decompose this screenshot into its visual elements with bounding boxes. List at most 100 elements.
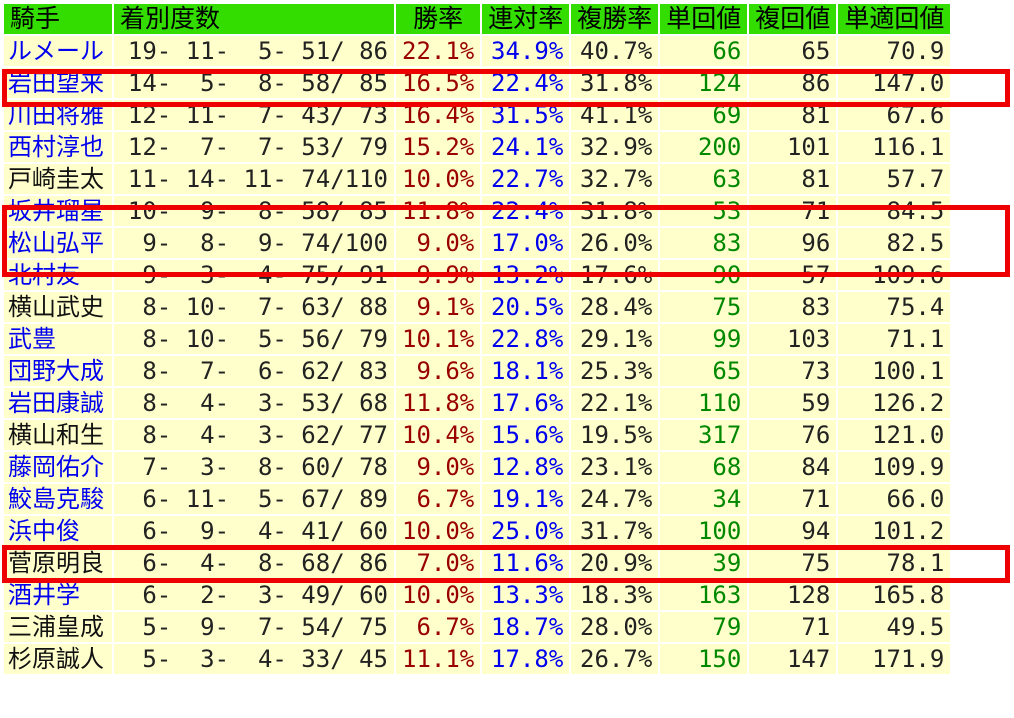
quinella-rate-cell: 22.7% — [482, 164, 570, 194]
quinella-rate-cell: 13.3% — [482, 580, 570, 610]
table-row: 坂井瑠星 10- 9- 8- 58/ 85 11.8% 22.4% 31.8% 53 71 8… — [4, 196, 951, 226]
jockey-name[interactable]: 松山弘平 — [4, 228, 112, 258]
place-return-cell: 94 — [749, 516, 837, 546]
place-return-cell: 81 — [749, 100, 837, 130]
win-rate-cell: 10.4% — [396, 420, 481, 450]
win-rate-cell: 16.5% — [396, 68, 481, 98]
jockey-name[interactable]: 藤岡佑介 — [4, 452, 112, 482]
quinella-rate-cell: 17.8% — [482, 644, 570, 674]
place-rate-cell: 32.9% — [571, 132, 659, 162]
quinella-rate-cell: 20.5% — [482, 292, 570, 322]
place-rate-cell: 23.1% — [571, 452, 659, 482]
table-row: 北村友一 9- 3- 4- 75/ 91 9.9% 13.2% 17.6% 90 57 10… — [4, 260, 951, 290]
place-return-cell: 84 — [749, 452, 837, 482]
quinella-rate-cell: 34.9% — [482, 36, 570, 66]
win-rate-cell: 11.8% — [396, 388, 481, 418]
table-row: 藤岡佑介 7- 3- 8- 60/ 78 9.0% 12.8% 23.1% 68 84 10… — [4, 452, 951, 482]
jockey-name[interactable]: 川田将雅 — [4, 100, 112, 130]
win-return-cell: 75 — [660, 292, 748, 322]
jockey-name[interactable]: 武豊 — [4, 324, 112, 354]
win-rate-cell: 9.6% — [396, 356, 481, 386]
fair-win-return-cell: 116.1 — [838, 132, 951, 162]
fair-win-return-cell: 75.4 — [838, 292, 951, 322]
place-return-cell: 75 — [749, 548, 837, 578]
win-return-cell: 69 — [660, 100, 748, 130]
jockey-name[interactable]: 浜中俊 — [4, 516, 112, 546]
place-rate-cell: 28.4% — [571, 292, 659, 322]
table-row: 菅原明良 6- 4- 8- 68/ 86 7.0% 11.6% 20.9% 39 75 78… — [4, 548, 951, 578]
place-return-cell: 71 — [749, 612, 837, 642]
header-place-return: 複回値 — [749, 4, 837, 34]
place-return-cell: 57 — [749, 260, 837, 290]
place-rate-cell: 41.1% — [571, 100, 659, 130]
record-cell: 8- 4- 3- 62/ 77 — [114, 420, 394, 450]
header-win-rate: 勝率 — [396, 4, 481, 34]
table-row: 三浦皇成 5- 9- 7- 54/ 75 6.7% 18.7% 28.0% 79 71 49… — [4, 612, 951, 642]
win-rate-cell: 6.7% — [396, 484, 481, 514]
table-row: 浜中俊 6- 9- 4- 41/ 60 10.0% 25.0% 31.7% 100 94 1… — [4, 516, 951, 546]
fair-win-return-cell: 70.9 — [838, 36, 951, 66]
place-rate-cell: 31.8% — [571, 68, 659, 98]
win-return-cell: 99 — [660, 324, 748, 354]
jockey-name: 三浦皇成 — [4, 612, 112, 642]
fair-win-return-cell: 109.9 — [838, 452, 951, 482]
table-row: 横山和生 8- 4- 3- 62/ 77 10.4% 15.6% 19.5% 317 76… — [4, 420, 951, 450]
fair-win-return-cell: 109.6 — [838, 260, 951, 290]
fair-win-return-cell: 147.0 — [838, 68, 951, 98]
place-rate-cell: 25.3% — [571, 356, 659, 386]
fair-win-return-cell: 66.0 — [838, 484, 951, 514]
place-return-cell: 73 — [749, 356, 837, 386]
header-place-rate: 複勝率 — [571, 4, 659, 34]
place-rate-cell: 31.8% — [571, 196, 659, 226]
place-rate-cell: 20.9% — [571, 548, 659, 578]
place-rate-cell: 26.7% — [571, 644, 659, 674]
quinella-rate-cell: 17.0% — [482, 228, 570, 258]
place-rate-cell: 40.7% — [571, 36, 659, 66]
win-return-cell: 90 — [660, 260, 748, 290]
place-rate-cell: 32.7% — [571, 164, 659, 194]
place-return-cell: 59 — [749, 388, 837, 418]
jockey-name[interactable]: 酒井学 — [4, 580, 112, 610]
stats-table-container: 騎手 着別度数 勝率 連対率 複勝率 単回値 複回値 単適回値 ルメール 19- … — [2, 2, 1010, 676]
record-cell: 6- 2- 3- 49/ 60 — [114, 580, 394, 610]
record-cell: 5- 9- 7- 54/ 75 — [114, 612, 394, 642]
place-return-cell: 101 — [749, 132, 837, 162]
header-fair-win-return: 単適回値 — [838, 4, 951, 34]
jockey-name: 横山和生 — [4, 420, 112, 450]
place-return-cell: 103 — [749, 324, 837, 354]
record-cell: 9- 3- 4- 75/ 91 — [114, 260, 394, 290]
table-row: 武豊 8- 10- 5- 56/ 79 10.1% 22.8% 29.1% 99 103 7… — [4, 324, 951, 354]
jockey-name[interactable]: 坂井瑠星 — [4, 196, 112, 226]
win-rate-cell: 6.7% — [396, 612, 481, 642]
fair-win-return-cell: 84.5 — [838, 196, 951, 226]
quinella-rate-cell: 12.8% — [482, 452, 570, 482]
jockey-name[interactable]: 岩田望来 — [4, 68, 112, 98]
win-return-cell: 317 — [660, 420, 748, 450]
win-rate-cell: 22.1% — [396, 36, 481, 66]
win-rate-cell: 11.8% — [396, 196, 481, 226]
fair-win-return-cell: 71.1 — [838, 324, 951, 354]
win-rate-cell: 15.2% — [396, 132, 481, 162]
jockey-name[interactable]: 団野大成 — [4, 356, 112, 386]
place-rate-cell: 22.1% — [571, 388, 659, 418]
win-return-cell: 66 — [660, 36, 748, 66]
quinella-rate-cell: 17.6% — [482, 388, 570, 418]
fair-win-return-cell: 126.2 — [838, 388, 951, 418]
place-return-cell: 86 — [749, 68, 837, 98]
win-rate-cell: 9.0% — [396, 452, 481, 482]
win-return-cell: 79 — [660, 612, 748, 642]
jockey-name[interactable]: 岩田康誠 — [4, 388, 112, 418]
header-jockey: 騎手 — [4, 4, 112, 34]
quinella-rate-cell: 15.6% — [482, 420, 570, 450]
jockey-name[interactable]: 西村淳也 — [4, 132, 112, 162]
record-cell: 7- 3- 8- 60/ 78 — [114, 452, 394, 482]
jockey-name: 横山武史 — [4, 292, 112, 322]
jockey-name[interactable]: ルメール — [4, 36, 112, 66]
jockey-name[interactable]: 北村友一 — [4, 260, 112, 290]
win-rate-cell: 16.4% — [396, 100, 481, 130]
place-return-cell: 71 — [749, 484, 837, 514]
quinella-rate-cell: 18.7% — [482, 612, 570, 642]
jockey-name[interactable]: 鮫島克駿 — [4, 484, 112, 514]
quinella-rate-cell: 25.0% — [482, 516, 570, 546]
jockey-name: 菅原明良 — [4, 548, 112, 578]
